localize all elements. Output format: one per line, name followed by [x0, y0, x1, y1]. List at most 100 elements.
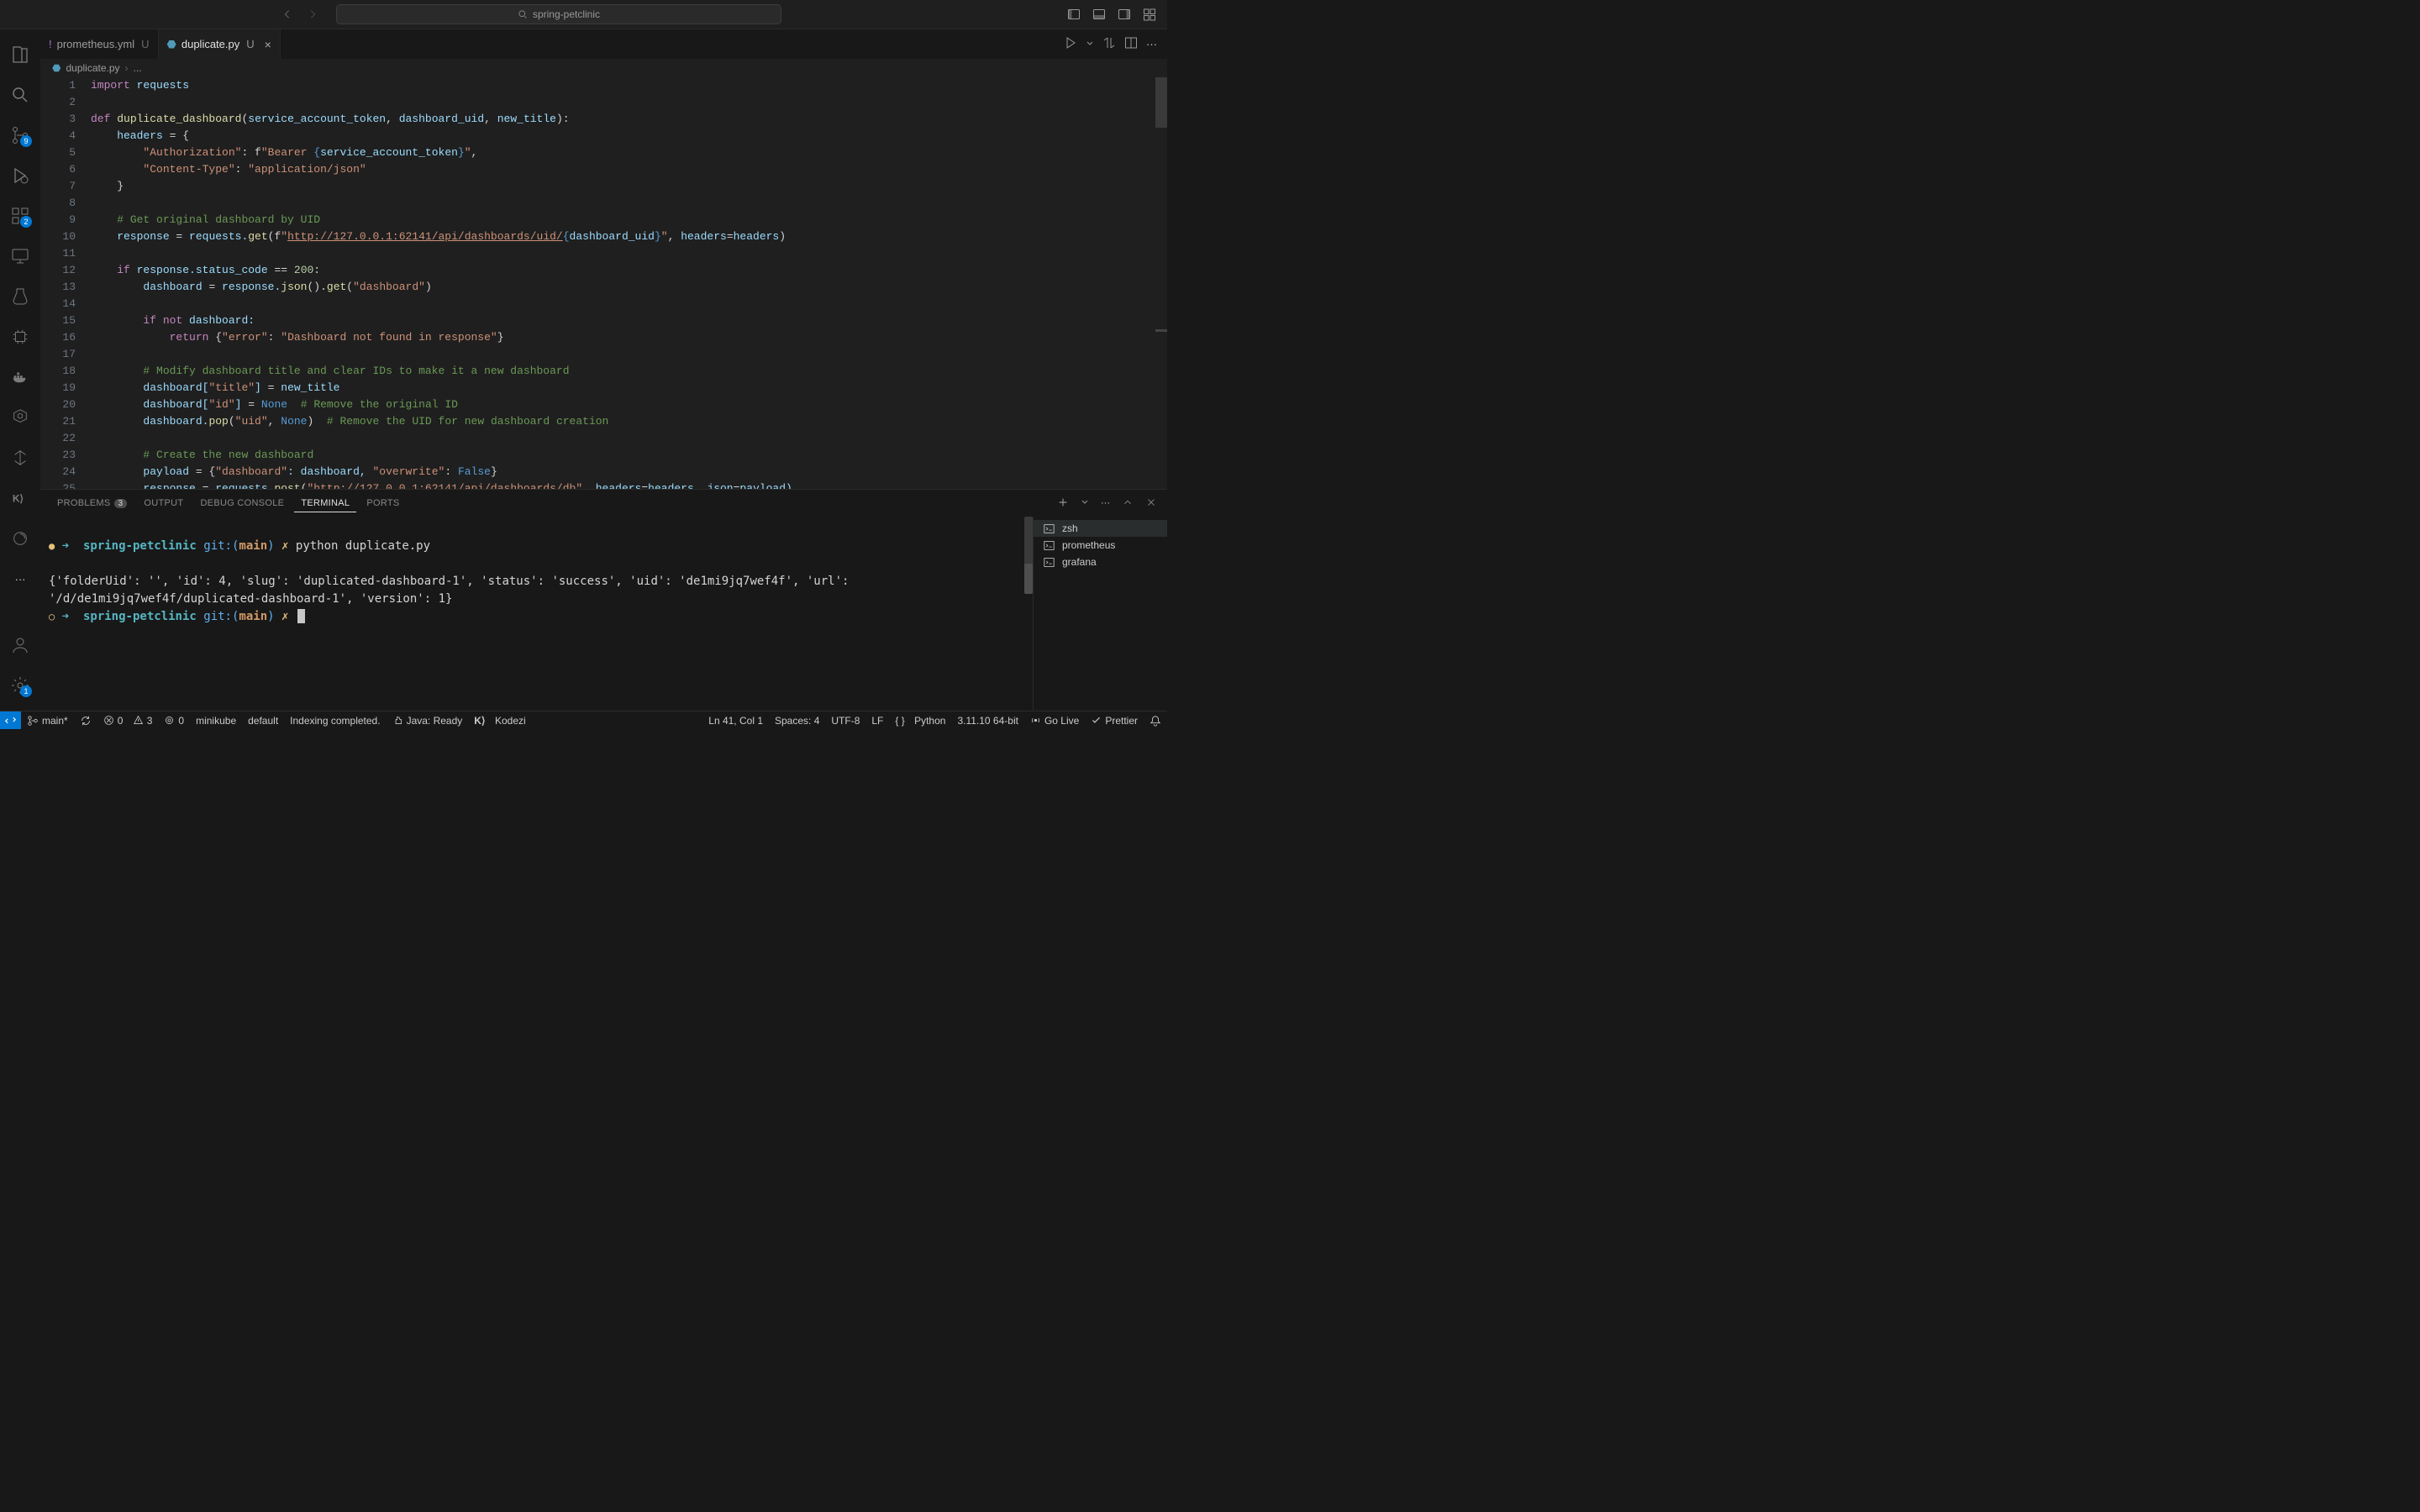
python-file-icon: ⬣: [167, 38, 176, 51]
ext1-icon[interactable]: [0, 318, 40, 355]
layout-panel-icon[interactable]: [1090, 5, 1108, 24]
code-content[interactable]: import requests def duplicate_dashboard(…: [91, 77, 1167, 489]
terminal-session-prometheus[interactable]: prometheus: [1034, 537, 1167, 554]
command-center-search[interactable]: spring-petclinic: [336, 4, 781, 24]
panel-tab-problems[interactable]: PROBLEMS3: [50, 495, 134, 512]
settings-gear-icon[interactable]: 1: [0, 667, 40, 704]
nav-forward-icon[interactable]: [304, 6, 321, 23]
ports-indicator[interactable]: 0: [158, 711, 190, 729]
panel-tab-debug[interactable]: DEBUG CONSOLE: [193, 495, 291, 512]
scm-badge: 9: [20, 135, 32, 147]
terminal-command: python duplicate.py: [296, 539, 430, 553]
braces-icon: { }: [895, 715, 904, 727]
terminal-session-grafana[interactable]: grafana: [1034, 554, 1167, 570]
prompt-dir: spring-petclinic: [83, 539, 197, 553]
problems-indicator[interactable]: 0 3: [97, 711, 159, 729]
terminal-scrollbar[interactable]: [1024, 517, 1033, 711]
problems-count: 3: [114, 499, 128, 508]
explorer-icon[interactable]: [0, 36, 40, 73]
sync-indicator[interactable]: [74, 711, 97, 729]
run-file-icon[interactable]: [1064, 36, 1077, 52]
panel-tab-terminal[interactable]: TERMINAL: [294, 495, 356, 512]
terminal-cursor: [297, 609, 305, 623]
kodezi-indicator[interactable]: K⟩ Kodezi: [468, 711, 531, 729]
minimap[interactable]: [1155, 77, 1167, 489]
code-editor[interactable]: 1234567891011121314151617181920212223242…: [40, 77, 1167, 489]
eol-indicator[interactable]: LF: [865, 715, 889, 727]
sync-icon: [80, 715, 92, 727]
customize-layout-icon[interactable]: [1140, 5, 1159, 24]
terminal-session-zsh[interactable]: zsh: [1034, 520, 1167, 537]
breadcrumb[interactable]: ⬣ duplicate.py › ...: [40, 59, 1167, 77]
editor-tabs: ! prometheus.yml U ⬣ duplicate.py U × ··…: [40, 29, 1167, 59]
language-mode[interactable]: { } Python: [889, 715, 951, 727]
tab-prometheus[interactable]: ! prometheus.yml U: [40, 29, 159, 59]
kubernetes-icon[interactable]: [0, 399, 40, 436]
layout-secondary-sidebar-icon[interactable]: [1115, 5, 1134, 24]
branch-icon: [27, 715, 39, 727]
minimap-viewport[interactable]: [1155, 77, 1167, 128]
terminal-list: zsh prometheus grafana: [1033, 517, 1167, 711]
settings-badge: 1: [20, 685, 32, 697]
terminal-session-label: grafana: [1062, 556, 1097, 568]
run-debug-icon[interactable]: [0, 157, 40, 194]
terminal-more-icon[interactable]: ···: [1101, 498, 1110, 508]
kd-icon[interactable]: K⟩: [0, 480, 40, 517]
nav-back-icon[interactable]: [279, 6, 296, 23]
docker-icon[interactable]: [0, 359, 40, 396]
more-actions-icon[interactable]: ···: [1146, 38, 1157, 50]
tab-label: prometheus.yml: [57, 38, 134, 50]
search-activity-icon[interactable]: [0, 76, 40, 113]
prettier-indicator[interactable]: Prettier: [1085, 715, 1144, 727]
error-icon: [103, 715, 114, 726]
panel-tab-ports[interactable]: PORTS: [360, 495, 406, 512]
cursor-position[interactable]: Ln 41, Col 1: [702, 715, 769, 727]
remote-explorer-icon[interactable]: [0, 238, 40, 275]
prompt-branch: main: [239, 539, 267, 553]
indexing-indicator[interactable]: Indexing completed.: [284, 711, 386, 729]
line-numbers: 1234567891011121314151617181920212223242…: [40, 77, 91, 489]
layout-primary-sidebar-icon[interactable]: [1065, 5, 1083, 24]
chevron-right-icon: ›: [125, 62, 129, 74]
terminal-output[interactable]: ● ➜ spring-petclinic git:(main) ✗ python…: [40, 517, 1033, 711]
split-editor-icon[interactable]: [1124, 36, 1138, 52]
default-indicator[interactable]: default: [242, 711, 284, 729]
maximize-panel-icon[interactable]: [1122, 496, 1134, 511]
tab-modified-badge: U: [141, 38, 149, 50]
encoding-indicator[interactable]: UTF-8: [825, 715, 865, 727]
terminal-result: {'folderUid': '', 'id': 4, 'slug': 'dupl…: [49, 575, 856, 606]
terminal-session-label: zsh: [1062, 522, 1078, 534]
bottom-panel: PROBLEMS3 OUTPUT DEBUG CONSOLE TERMINAL …: [40, 489, 1167, 711]
more-icon[interactable]: ···: [0, 560, 40, 597]
panel-tab-output[interactable]: OUTPUT: [137, 495, 190, 512]
tab-modified-badge: U: [246, 38, 254, 50]
remote-indicator[interactable]: [0, 711, 21, 729]
run-dropdown-icon[interactable]: [1086, 38, 1094, 50]
broadcast-icon: [1030, 715, 1041, 726]
close-panel-icon[interactable]: [1145, 496, 1157, 511]
branch-indicator[interactable]: main*: [21, 711, 74, 729]
extensions-icon[interactable]: 2: [0, 197, 40, 234]
close-tab-icon[interactable]: ×: [265, 38, 271, 51]
tab-duplicate[interactable]: ⬣ duplicate.py U ×: [159, 29, 281, 59]
notifications-icon[interactable]: [1144, 715, 1167, 727]
ext3-icon[interactable]: [0, 520, 40, 557]
terminal-dropdown-icon[interactable]: [1081, 498, 1089, 509]
source-control-icon[interactable]: 9: [0, 117, 40, 154]
java-indicator[interactable]: Java: Ready: [387, 711, 469, 729]
minikube-indicator[interactable]: minikube: [190, 711, 242, 729]
indentation-indicator[interactable]: Spaces: 4: [769, 715, 825, 727]
compare-icon[interactable]: [1102, 36, 1116, 52]
prompt-git: git:(: [203, 539, 239, 553]
yaml-file-icon: !: [49, 38, 52, 50]
accounts-icon[interactable]: [0, 627, 40, 664]
testing-icon[interactable]: [0, 278, 40, 315]
ports-icon: [164, 715, 175, 726]
python-interpreter[interactable]: 3.11.10 64-bit: [951, 715, 1024, 727]
svg-text:K⟩: K⟩: [13, 493, 24, 505]
python-file-icon: ⬣: [52, 62, 60, 74]
go-live-indicator[interactable]: Go Live: [1024, 715, 1085, 727]
ext2-icon[interactable]: [0, 439, 40, 476]
new-terminal-icon[interactable]: [1057, 496, 1069, 511]
search-placeholder: spring-petclinic: [533, 8, 600, 20]
